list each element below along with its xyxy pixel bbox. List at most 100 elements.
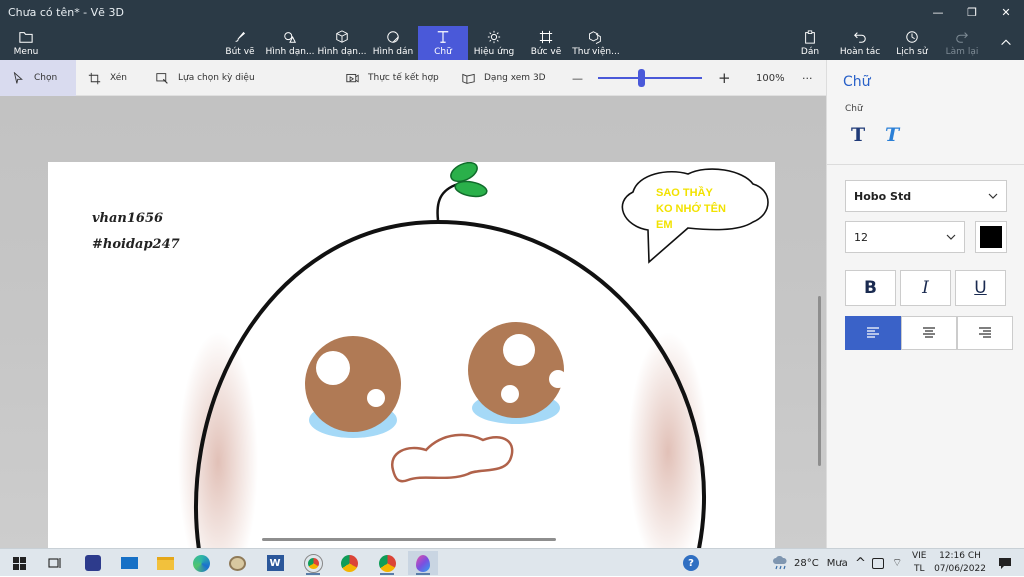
zoom-slider[interactable]: [598, 69, 702, 87]
align-right-button[interactable]: [957, 316, 1013, 350]
tool-text[interactable]: Chữ: [418, 26, 468, 60]
mixed-reality-button[interactable]: Thực tế kết hợp: [346, 60, 439, 96]
canvas-toolbar: Chọn Xén Lựa chọn kỳ diệu Thực tế kết hợ…: [0, 60, 826, 96]
canvas-area[interactable]: SAO THẦY KO NHỚ TÊN EM vhan1656 #hoidap2…: [0, 96, 826, 548]
brush-icon: [235, 31, 246, 42]
window-title: Chưa có tên* - Vẽ 3D: [8, 6, 124, 19]
history-label: Lịch sử: [896, 46, 928, 57]
tool-brushes[interactable]: Bút vẽ: [222, 26, 258, 60]
undo-label: Hoàn tác: [839, 46, 881, 57]
underline-button[interactable]: U: [955, 270, 1006, 306]
paint-3d-app[interactable]: [408, 551, 438, 575]
magic-select-tool[interactable]: Lựa chọn kỳ diệu: [156, 60, 255, 96]
show-hidden-icons[interactable]: ^: [855, 549, 866, 577]
paint-app[interactable]: [222, 551, 252, 575]
face-outline: [194, 219, 706, 548]
crop-label: Xén: [110, 73, 128, 83]
zoom-in-button[interactable]: +: [718, 60, 731, 96]
undo-button[interactable]: Hoàn tác: [836, 26, 884, 60]
language-code: VIE: [912, 551, 927, 561]
language-indicator[interactable]: VIE TL: [912, 549, 927, 577]
notifications-button[interactable]: [990, 551, 1020, 575]
crop-icon: [88, 72, 101, 84]
more-options-button[interactable]: ···: [802, 60, 813, 96]
speech-bubble: [621, 168, 769, 264]
wifi-icon: ⌔: [892, 556, 903, 569]
redo-button[interactable]: Làm lại: [944, 26, 980, 60]
tool-3d-library[interactable]: Thư viện...: [572, 26, 620, 60]
3d-shapes-icon: [336, 29, 348, 43]
3d-text-icon[interactable]: T: [885, 124, 907, 146]
align-left-button[interactable]: [845, 316, 901, 350]
panel-subtitle: Chữ: [845, 104, 863, 114]
chrome-profile-2[interactable]: [372, 551, 402, 575]
tool-2d-shapes[interactable]: Hình dạn...: [264, 26, 316, 60]
weather-widget[interactable]: 28°C Mưa: [772, 549, 848, 577]
help-icon: ?: [683, 555, 699, 571]
maximize-button[interactable]: ❐: [955, 0, 989, 24]
tool-canvas[interactable]: Bức vẽ: [526, 26, 566, 60]
help-app[interactable]: ?: [676, 551, 706, 575]
file-explorer[interactable]: [150, 551, 180, 575]
italic-button[interactable]: I: [900, 270, 951, 306]
3d-view-button[interactable]: Dạng xem 3D: [462, 60, 546, 96]
cursor-icon: [13, 71, 23, 83]
chrome-browser[interactable]: [334, 551, 364, 575]
3d-library-icon: [589, 30, 601, 44]
collapse-ribbon-button[interactable]: [994, 26, 1018, 60]
tool-label: Bức vẽ: [530, 46, 562, 57]
minimize-button[interactable]: —: [921, 0, 955, 24]
zoom-slider-thumb[interactable]: [638, 69, 646, 87]
chrome-profile-app[interactable]: [298, 551, 328, 575]
tool-3d-shapes[interactable]: Hình dạn...: [316, 26, 368, 60]
edge-icon: [192, 554, 210, 572]
speech-line-2: KO NHỚ TÊN: [656, 202, 726, 215]
mail-app[interactable]: [114, 551, 144, 575]
edge-browser[interactable]: [186, 551, 216, 575]
eye-right-shine-large: [503, 334, 535, 366]
font-size-value: 12: [854, 230, 868, 244]
effects-icon: [487, 30, 501, 43]
paste-label: Dán: [800, 46, 820, 57]
mixed-reality-icon: [346, 73, 359, 83]
text-color-picker[interactable]: [975, 221, 1007, 253]
zoom-app[interactable]: [78, 551, 108, 575]
folder-icon: [19, 31, 33, 43]
zoom-out-button[interactable]: —: [572, 60, 583, 96]
tool-effects[interactable]: Hiệu ứng: [472, 26, 516, 60]
weather-condition: Mưa: [826, 557, 848, 569]
chevron-down-icon: [988, 193, 998, 199]
task-view-button[interactable]: [40, 551, 70, 575]
bold-button[interactable]: B: [845, 270, 896, 306]
start-button[interactable]: [4, 551, 34, 575]
word-app[interactable]: W: [260, 551, 290, 575]
horizontal-scrollbar[interactable]: [262, 538, 556, 541]
text-icon: [437, 30, 449, 43]
vertical-scrollbar[interactable]: [818, 296, 821, 466]
crop-tool[interactable]: Xén: [88, 60, 127, 96]
folder-icon: [156, 556, 174, 570]
history-button[interactable]: Lịch sử: [892, 26, 932, 60]
palette-icon: [228, 555, 246, 571]
2d-text-icon[interactable]: T: [851, 124, 873, 146]
font-family-dropdown[interactable]: Hobo Std: [845, 180, 1007, 212]
select-tool[interactable]: Chọn: [0, 60, 76, 96]
tray-icons[interactable]: ⌔: [872, 549, 902, 577]
2d-shapes-icon: [284, 31, 297, 43]
paste-button[interactable]: Dán: [796, 26, 824, 60]
font-size-dropdown[interactable]: 12: [845, 221, 965, 253]
eye-left-shine-large: [316, 351, 350, 385]
word-icon: W: [266, 555, 284, 571]
clock[interactable]: 12:16 CH 07/06/2022: [934, 549, 986, 577]
eye-right-shine-tiny: [501, 385, 519, 403]
windows-icon: [12, 556, 26, 570]
menu-button[interactable]: Menu: [8, 26, 44, 60]
chrome-icon: [303, 553, 323, 573]
close-button[interactable]: ✕: [989, 0, 1023, 24]
sprout-leaf-right: [454, 180, 488, 198]
tool-stickers[interactable]: Hình dán: [370, 26, 416, 60]
zoom-app-icon: [85, 555, 101, 571]
align-center-button[interactable]: [901, 316, 957, 350]
drawing-canvas[interactable]: SAO THẦY KO NHỚ TÊN EM vhan1656 #hoidap2…: [48, 161, 775, 548]
sprout-stem: [436, 182, 459, 221]
